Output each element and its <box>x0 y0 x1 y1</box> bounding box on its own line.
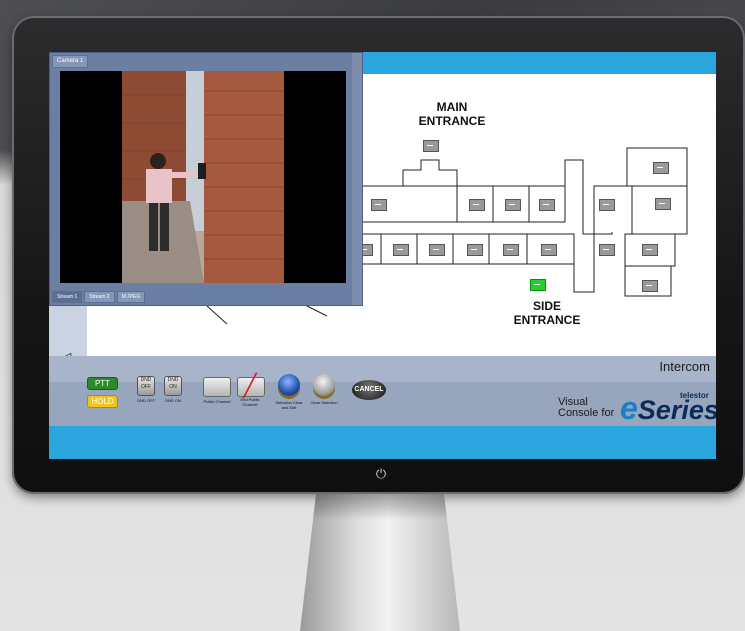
dnd-on-icon: DND ON <box>164 376 182 396</box>
tab-mjpeg[interactable]: M JPEG <box>116 291 146 303</box>
device-icon[interactable] <box>599 199 615 211</box>
device-icon[interactable] <box>505 199 521 211</box>
blue-button-icon <box>278 374 300 396</box>
visual-console-label: Visual Console for <box>558 396 615 419</box>
stream-tabs: Stream 1 Stream 2 M JPEG <box>52 291 146 303</box>
dnd-off-button[interactable]: DND OFF DND OFF <box>137 376 155 403</box>
camera-window[interactable]: Camera 1 Stream 1 Stream 2 M JPEG <box>49 52 363 306</box>
camera-title[interactable]: Camera 1 <box>52 55 89 68</box>
device-icon[interactable] <box>467 244 483 256</box>
ptt-button[interactable]: PTT <box>87 377 118 390</box>
device-icon-active[interactable] <box>530 279 546 291</box>
mode-label: Intercom <box>659 359 710 374</box>
device-icon[interactable] <box>429 244 445 256</box>
device-icon[interactable] <box>469 199 485 211</box>
bottom-blue-bar <box>49 426 716 459</box>
power-icon[interactable]: ⏻ <box>373 466 389 482</box>
end-public-channel-button[interactable]: ╱ End Public Channel <box>235 373 265 407</box>
camera-video-feed[interactable] <box>60 71 346 283</box>
device-icon[interactable] <box>599 244 615 256</box>
gray-button-icon <box>313 374 335 396</box>
tab-stream-1[interactable]: Stream 1 <box>52 291 83 303</box>
radio-icon <box>203 377 231 397</box>
device-icon[interactable] <box>642 244 658 256</box>
cancel-button[interactable]: CANCEL <box>352 380 386 400</box>
device-icon[interactable] <box>371 199 387 211</box>
device-icon[interactable] <box>503 244 519 256</box>
device-icon[interactable] <box>653 162 669 174</box>
camera-frame-image <box>122 71 284 283</box>
device-icon[interactable] <box>642 280 658 292</box>
device-icon[interactable] <box>541 244 557 256</box>
hold-button[interactable]: HOLD <box>87 395 118 408</box>
tab-stream-2[interactable]: Stream 2 <box>84 291 115 303</box>
camera-scrollbar[interactable] <box>352 53 362 305</box>
dnd-off-icon: DND OFF <box>137 376 155 396</box>
clear-selection-button[interactable]: Clear Selection <box>309 374 339 405</box>
dnd-on-button[interactable]: DND ON DND ON <box>164 376 182 403</box>
cross-icon: ╱ <box>243 373 257 398</box>
selection-clear-edit-button[interactable]: Selection Clear and Edit <box>273 374 305 410</box>
device-icon[interactable] <box>539 199 555 211</box>
public-channel-button[interactable]: Public Channel <box>202 377 232 404</box>
eseries-logo: eSeries <box>620 390 716 426</box>
device-icon[interactable] <box>393 244 409 256</box>
monitor-screen: ◁ MAIN ENTRANCE <box>49 52 716 459</box>
device-icon[interactable] <box>655 198 671 210</box>
side-entrance-label: SIDE ENTRANCE <box>513 299 581 327</box>
